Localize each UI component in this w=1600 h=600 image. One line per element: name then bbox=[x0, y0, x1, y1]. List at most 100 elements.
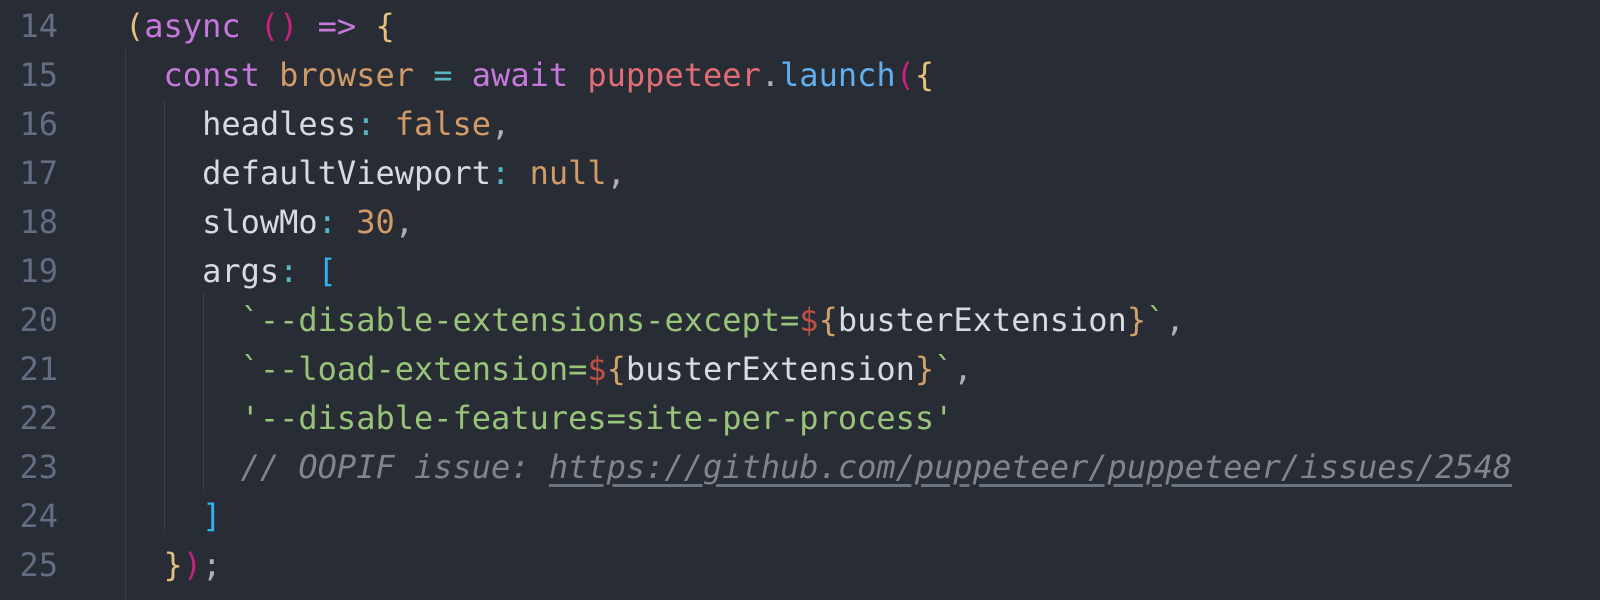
line-number: 21 bbox=[19, 350, 58, 388]
code-content[interactable]: // OOPIF issue: https://github.com/puppe… bbox=[125, 443, 1513, 492]
code-token: launch bbox=[780, 56, 896, 94]
code-token: headless bbox=[202, 105, 357, 143]
code-token: , bbox=[394, 203, 414, 241]
line-number: 18 bbox=[19, 203, 58, 241]
code-token: `--load-extension= bbox=[240, 350, 588, 388]
code-content[interactable]: args: [ bbox=[125, 247, 337, 296]
code-line[interactable]: 22 '--disable-features=site-per-process' bbox=[0, 394, 1600, 443]
code-content[interactable]: headless: false, bbox=[125, 100, 510, 149]
code-line[interactable]: 14 (async () => { bbox=[0, 2, 1600, 51]
code-token: '--disable-features=site-per-process' bbox=[240, 399, 954, 437]
code-token: ; bbox=[202, 546, 222, 584]
code-line[interactable]: 19 args: [ bbox=[0, 247, 1600, 296]
code-token: = bbox=[433, 56, 453, 94]
code-link[interactable]: https://github.com/puppeteer/puppeteer/i… bbox=[549, 448, 1512, 486]
code-token: [ bbox=[317, 252, 337, 290]
code-line[interactable]: 17 defaultViewport: null, bbox=[0, 149, 1600, 198]
line-number: 17 bbox=[19, 154, 58, 192]
code-token: args bbox=[202, 252, 280, 290]
code-line[interactable]: 15 const browser = await puppeteer.launc… bbox=[0, 51, 1600, 100]
code-line[interactable]: 20 `--disable-extensions-except=${buster… bbox=[0, 296, 1600, 345]
code-token: : bbox=[317, 203, 337, 241]
code-line[interactable]: 18 slowMo: 30, bbox=[0, 198, 1600, 247]
code-token: } bbox=[1126, 301, 1147, 339]
code-token: } bbox=[163, 546, 183, 584]
code-editor[interactable]: 14 (async () => {15 const browser = await… bbox=[0, 0, 1600, 600]
code-token: browser bbox=[279, 56, 414, 94]
line-number: 25 bbox=[19, 546, 58, 584]
code-token: , bbox=[491, 105, 511, 143]
code-token: false bbox=[394, 105, 492, 143]
code-line[interactable]: 21 `--load-extension=${busterExtension}`… bbox=[0, 345, 1600, 394]
code-token: slowMo bbox=[202, 203, 318, 241]
code-token: ` bbox=[934, 350, 954, 388]
line-number: 16 bbox=[19, 105, 58, 143]
code-token: { bbox=[375, 7, 395, 45]
line-number: 15 bbox=[19, 56, 58, 94]
code-content[interactable]: }); bbox=[125, 541, 222, 590]
code-token: $ bbox=[799, 301, 819, 339]
code-content[interactable]: defaultViewport: null, bbox=[125, 149, 626, 198]
line-number: 24 bbox=[19, 497, 58, 535]
code-token: `--disable-extensions-except= bbox=[240, 301, 800, 339]
code-token: { bbox=[914, 56, 935, 94]
code-token: ( bbox=[125, 7, 145, 45]
code-token: . bbox=[760, 56, 781, 94]
code-token: ` bbox=[1146, 301, 1166, 339]
code-token: { bbox=[818, 301, 838, 339]
code-line[interactable]: 25 }); bbox=[0, 541, 1600, 590]
code-content[interactable]: `--disable-extensions-except=${busterExt… bbox=[125, 296, 1185, 345]
code-token: } bbox=[914, 350, 935, 388]
code-token: () bbox=[259, 7, 299, 45]
line-number: 22 bbox=[19, 399, 58, 437]
code-line[interactable]: 16 headless: false, bbox=[0, 100, 1600, 149]
code-content[interactable]: const browser = await puppeteer.launch({ bbox=[125, 51, 935, 100]
code-token: { bbox=[606, 350, 626, 388]
line-number: 19 bbox=[19, 252, 58, 290]
line-number: 23 bbox=[19, 448, 58, 486]
code-content[interactable]: `--load-extension=${busterExtension}`, bbox=[125, 345, 973, 394]
code-token: puppeteer bbox=[587, 56, 761, 94]
code-content[interactable]: '--disable-features=site-per-process' bbox=[125, 394, 954, 443]
code-token: ] bbox=[202, 497, 222, 535]
code-token: , bbox=[1165, 301, 1185, 339]
code-token: defaultViewport bbox=[202, 154, 492, 192]
code-token: , bbox=[953, 350, 973, 388]
code-content[interactable]: slowMo: 30, bbox=[125, 198, 414, 247]
code-content[interactable]: (async () => { bbox=[125, 2, 395, 51]
code-line[interactable]: 23 // OOPIF issue: https://github.com/pu… bbox=[0, 443, 1600, 492]
code-line[interactable]: 24 ] bbox=[0, 492, 1600, 541]
code-token: await bbox=[471, 56, 569, 94]
code-token: busterExtension bbox=[837, 301, 1127, 339]
code-token: async bbox=[144, 7, 241, 45]
code-token: null bbox=[529, 154, 607, 192]
code-token: : bbox=[491, 154, 511, 192]
line-number: 20 bbox=[19, 301, 58, 339]
code-content[interactable]: ] bbox=[125, 492, 221, 541]
code-token: 30 bbox=[356, 203, 395, 241]
code-token: : bbox=[279, 252, 299, 290]
code-token: : bbox=[356, 105, 376, 143]
